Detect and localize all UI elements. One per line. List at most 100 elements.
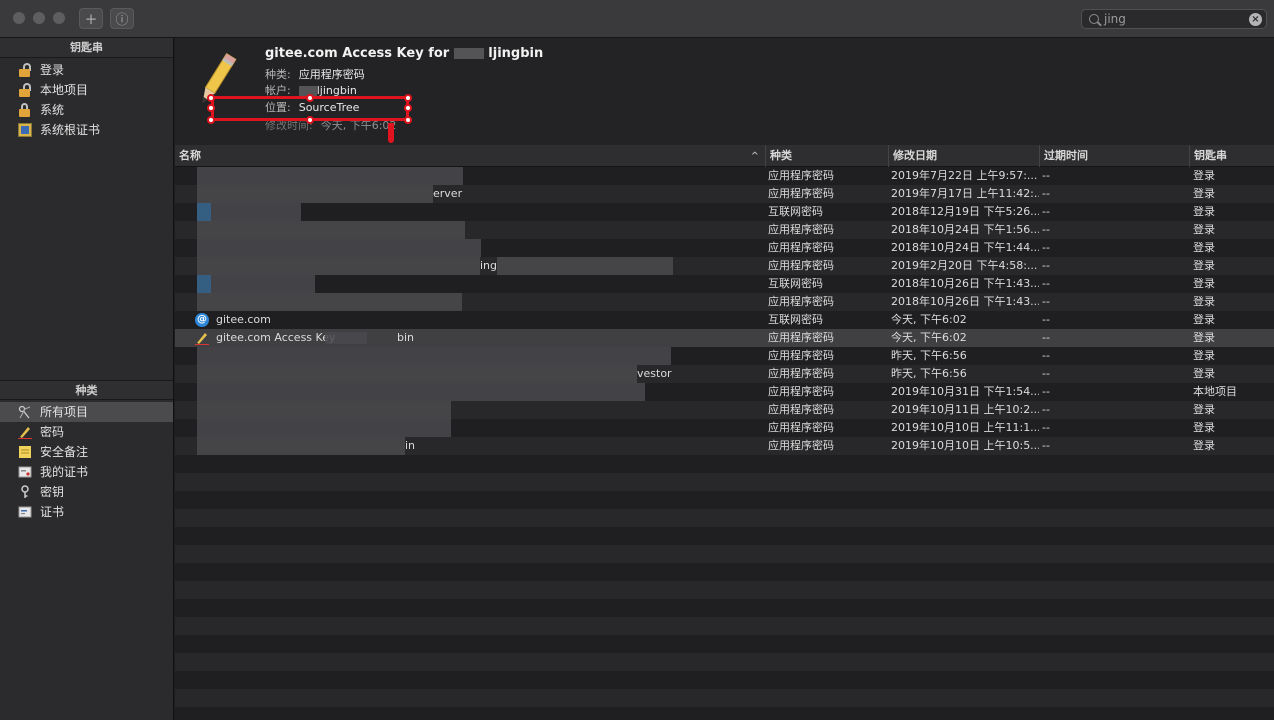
- cell-expires: --: [1042, 241, 1050, 254]
- application-password-icon: [195, 333, 209, 345]
- keychains-header: 钥匙串: [0, 38, 173, 58]
- table-row[interactable]: 应用程序密码 2019年7月22日 上午9:57:... -- 登录: [175, 167, 1274, 185]
- column-header-kind[interactable]: 种类: [765, 145, 888, 167]
- clear-search-icon[interactable]: ×: [1249, 13, 1262, 26]
- cell-expires: --: [1042, 295, 1050, 308]
- sidebar-item-my-certs[interactable]: 我的证书: [0, 462, 173, 482]
- search-field[interactable]: jing ×: [1081, 9, 1267, 29]
- column-header-keychain[interactable]: 钥匙串: [1189, 145, 1274, 167]
- cell-date: 2019年7月22日 上午9:57:...: [891, 169, 1038, 182]
- cell-keychain: 登录: [1193, 277, 1215, 290]
- cell-kind: 互联网密码: [768, 205, 823, 218]
- sidebar-item-label: 我的证书: [40, 465, 89, 479]
- table-row[interactable]: 应用程序密码 2018年10月24日 下午1:56... -- 登录: [175, 221, 1274, 239]
- table-row[interactable]: 应用程序密码 2019年10月31日 下午1:54... -- 本地项目: [175, 383, 1274, 401]
- info-button[interactable]: ⓘ: [110, 8, 134, 29]
- cell-kind: 应用程序密码: [768, 439, 834, 452]
- cell-kind: 应用程序密码: [768, 295, 834, 308]
- table-row[interactable]: vestor 应用程序密码 昨天, 下午6:56 -- 登录: [175, 365, 1274, 383]
- cell-expires: --: [1042, 259, 1050, 272]
- cell-name: [197, 401, 762, 419]
- table-row[interactable]: @ gitee.com 互联网密码 今天, 下午6:02 -- 登录: [175, 311, 1274, 329]
- column-header-name[interactable]: 名称 ^: [175, 145, 765, 167]
- cell-keychain: 登录: [1193, 367, 1215, 380]
- cert-icon: [18, 505, 32, 519]
- table-row[interactable]: in 应用程序密码 2019年10月10日 上午10:5... -- 登录: [175, 437, 1274, 455]
- sidebar-item-label: 本地项目: [40, 83, 89, 97]
- cell-date: 2018年12月19日 下午5:26...: [891, 205, 1039, 218]
- redacted-name: [325, 332, 367, 344]
- sidebar-item-label: 安全备注: [40, 445, 89, 459]
- annotation-handle: [404, 104, 412, 112]
- annotation-pointer: [388, 123, 394, 143]
- kind-value: 应用程序密码: [298, 68, 365, 81]
- cell-name: [197, 239, 762, 257]
- search-input[interactable]: jing: [1104, 12, 1126, 26]
- cell-date: 今天, 下午6:02: [891, 313, 967, 326]
- kind-label: 种类:: [265, 68, 291, 81]
- cell-keychain: 登录: [1193, 187, 1215, 200]
- table-row-selected[interactable]: gitee.com Access Key for bin 应用程序密码 今天, …: [175, 329, 1274, 347]
- items-table: 名称 ^ 种类 修改日期 过期时间 钥匙串 应用程序密码 2019年7月22日 …: [175, 145, 1274, 720]
- cell-date: 2018年10月26日 下午1:43...: [891, 295, 1039, 308]
- sidebar-item-passwords[interactable]: 密码: [0, 422, 173, 442]
- sidebar-item-label: 系统根证书: [40, 123, 101, 137]
- cell-expires: --: [1042, 223, 1050, 236]
- close-window-button[interactable]: [13, 12, 25, 24]
- table-row[interactable]: ing 应用程序密码 2019年2月20日 下午4:58:... -- 登录: [175, 257, 1274, 275]
- sidebar-item-label: 证书: [40, 505, 65, 519]
- sidebar-item-certs[interactable]: 证书: [0, 502, 173, 522]
- cell-kind: 应用程序密码: [768, 223, 834, 236]
- sidebar-item-all-items[interactable]: 所有项目: [0, 402, 173, 422]
- table-body: 应用程序密码 2019年7月22日 上午9:57:... -- 登录 erver…: [175, 167, 1274, 455]
- cell-expires: --: [1042, 421, 1050, 434]
- cell-kind: 应用程序密码: [768, 349, 834, 362]
- table-row[interactable]: 应用程序密码 2019年10月10日 上午11:1... -- 登录: [175, 419, 1274, 437]
- cell-date: 昨天, 下午6:56: [891, 367, 967, 380]
- sidebar-item-system[interactable]: 系统: [0, 100, 173, 120]
- cell-keychain: 登录: [1193, 205, 1215, 218]
- add-item-button[interactable]: +: [79, 8, 103, 29]
- sidebar-item-keys[interactable]: 密钥: [0, 482, 173, 502]
- cell-keychain: 登录: [1193, 223, 1215, 236]
- cell-keychain: 登录: [1193, 349, 1215, 362]
- table-row[interactable]: 应用程序密码 2018年10月26日 下午1:43... -- 登录: [175, 293, 1274, 311]
- sidebar-item-label: 所有项目: [40, 405, 89, 419]
- table-row[interactable]: 应用程序密码 2019年10月11日 上午10:2... -- 登录: [175, 401, 1274, 419]
- cell-name: [197, 203, 762, 221]
- table-row[interactable]: 互联网密码 2018年10月26日 下午1:43... -- 登录: [175, 275, 1274, 293]
- column-header-label: 名称: [179, 149, 201, 162]
- column-header-label: 种类: [770, 149, 792, 162]
- sidebar-item-system-roots[interactable]: 系统根证书: [0, 120, 173, 140]
- sidebar-item-secure-notes[interactable]: 安全备注: [0, 442, 173, 462]
- sidebar-item-login[interactable]: 登录: [0, 60, 173, 80]
- cell-date: 2018年10月26日 下午1:43...: [891, 277, 1039, 290]
- cell-keychain: 登录: [1193, 403, 1215, 416]
- table-row[interactable]: 应用程序密码 昨天, 下午6:56 -- 登录: [175, 347, 1274, 365]
- cell-name: [197, 347, 762, 365]
- minimize-window-button[interactable]: [33, 12, 45, 24]
- column-header-expires[interactable]: 过期时间: [1039, 145, 1189, 167]
- cell-kind: 应用程序密码: [768, 241, 834, 254]
- cell-kind: 互联网密码: [768, 313, 823, 326]
- item-title-suffix: ljingbin: [488, 46, 544, 61]
- table-row[interactable]: 应用程序密码 2018年10月24日 下午1:44... -- 登录: [175, 239, 1274, 257]
- redacted-name: [197, 365, 637, 383]
- cell-date: 2019年10月10日 上午10:5...: [891, 439, 1039, 452]
- column-header-modified[interactable]: 修改日期: [888, 145, 1039, 167]
- annotation-handle: [306, 116, 314, 124]
- zoom-window-button[interactable]: [53, 12, 65, 24]
- table-row[interactable]: erver 应用程序密码 2019年7月17日 上午11:42:... -- 登…: [175, 185, 1274, 203]
- sidebar-item-label: 密钥: [40, 485, 65, 499]
- annotation-handle: [207, 104, 215, 112]
- cell-name: [197, 419, 762, 437]
- secure-note-icon: [18, 445, 32, 459]
- table-row[interactable]: 互联网密码 2018年12月19日 下午5:26... -- 登录: [175, 203, 1274, 221]
- sidebar-item-local[interactable]: 本地项目: [0, 80, 173, 100]
- detail-kind-row: 种类: 应用程序密码: [265, 66, 365, 82]
- cell-name: in: [405, 439, 416, 452]
- redacted-text: [453, 48, 484, 59]
- sidebar-item-label: 系统: [40, 103, 65, 117]
- cert-root-icon: [18, 123, 32, 137]
- cell-keychain: 登录: [1193, 331, 1215, 344]
